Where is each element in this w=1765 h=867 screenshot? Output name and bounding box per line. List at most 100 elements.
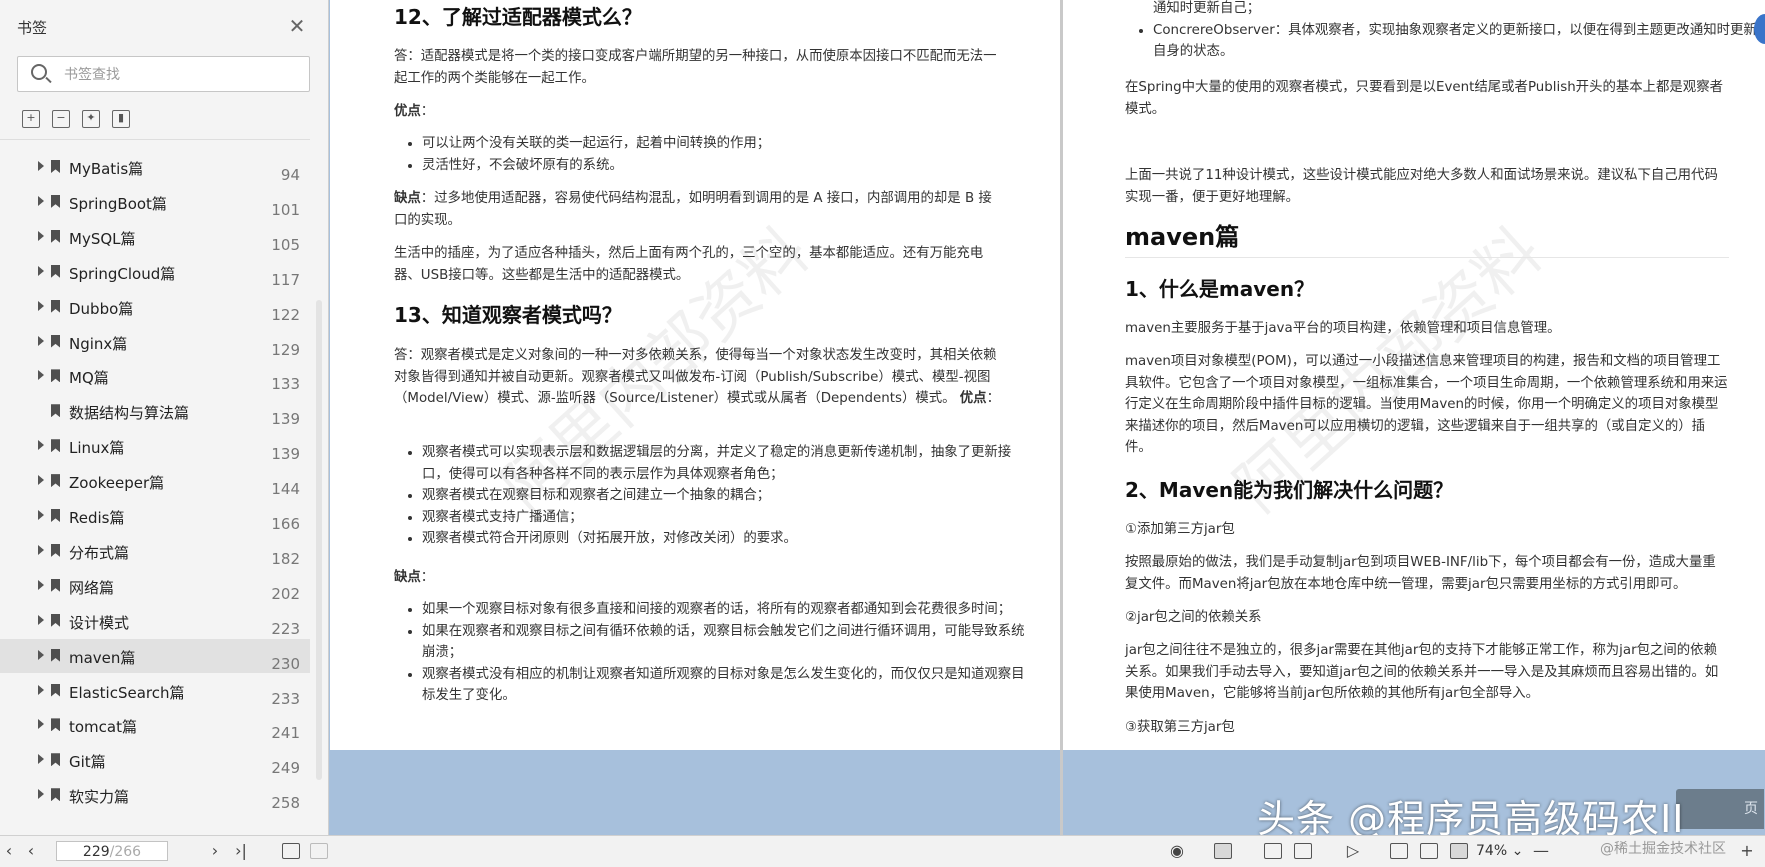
bookmark-flag-icon: [51, 229, 60, 243]
bookmark-search-input[interactable]: [62, 63, 296, 87]
double-page-icon[interactable]: [1294, 843, 1312, 859]
bookmark-item[interactable]: ElasticSearch篇 233: [0, 674, 310, 708]
bookmark-item-label: Redis篇: [69, 509, 125, 527]
prev-page-icon[interactable]: ‹: [20, 841, 42, 861]
chevron-right-icon[interactable]: [38, 719, 44, 730]
bookmark-item[interactable]: Git篇 249: [0, 743, 310, 777]
bookmark-item[interactable]: SpringBoot篇 101: [0, 185, 310, 219]
bookmark-item[interactable]: Dubbo篇 122: [0, 290, 310, 324]
chevron-right-icon[interactable]: [38, 754, 44, 765]
chevron-right-icon[interactable]: [38, 789, 44, 800]
actual-size-icon[interactable]: [1390, 843, 1408, 859]
bookmark-item-page: 133: [271, 375, 300, 394]
close-icon[interactable]: ✕: [286, 15, 308, 37]
bookmark-item[interactable]: 分布式篇 182: [0, 534, 310, 568]
observer-cons-label: 缺点: [394, 570, 421, 585]
add-bookmark-icon[interactable]: ✦: [82, 110, 100, 128]
chevron-right-icon[interactable]: [38, 161, 44, 171]
chevron-right-icon[interactable]: [38, 265, 44, 276]
bookmark-item-label: MQ篇: [69, 369, 109, 388]
bookmark-item-page: 122: [271, 305, 300, 324]
bookmark-item[interactable]: MQ篇 133: [0, 359, 310, 393]
collapse-all-icon[interactable]: −: [52, 110, 70, 128]
brand-small-watermark: @稀土掘金技术社区: [1600, 841, 1726, 857]
bookmark-icon[interactable]: ▮: [112, 110, 130, 128]
bookmark-item[interactable]: 网络篇 202: [0, 569, 310, 603]
play-icon[interactable]: ▷: [1342, 841, 1364, 861]
forward-icon[interactable]: [310, 843, 328, 859]
bookmark-search-box[interactable]: [17, 56, 310, 92]
chevron-right-icon[interactable]: [38, 335, 44, 346]
bookmark-item-page: 230: [271, 654, 300, 673]
back-icon[interactable]: [282, 843, 300, 859]
bookmark-item[interactable]: MySQL篇 105: [0, 220, 310, 254]
fit-width-icon[interactable]: [1450, 843, 1468, 859]
zoom-level[interactable]: 74% ⌄: [1476, 843, 1523, 859]
bookmark-item[interactable]: 软实力篇 258: [0, 778, 310, 812]
chevron-right-icon[interactable]: [38, 579, 44, 590]
bookmark-item[interactable]: 设计模式 223: [0, 604, 310, 638]
chevron-right-icon[interactable]: [38, 649, 44, 660]
bookmark-item-page: 139: [271, 445, 300, 464]
paragraph-maven-pom: maven项目对象模型(POM)，可以通过一小段描述信息来管理项目的构建，报告和…: [1125, 354, 1728, 455]
bookmark-sidebar: 书签 ✕ + − ✦ ▮ MyBatis篇94SpringBoot篇101MyS…: [0, 0, 329, 835]
bookmark-item-label: 分布式篇: [69, 543, 130, 562]
status-bar: ‹ ‹ 229/266 › ›| ◉ ▷ 74% ⌄ — +: [0, 835, 1765, 867]
bookmark-item-label: Git篇: [69, 753, 106, 772]
fit-page-icon[interactable]: [1420, 843, 1438, 859]
paragraph-summary: 上面一共说了11种设计模式，这些设计模式能应对绝大多数人和面试场景来说。建议私下…: [1125, 168, 1718, 205]
bookmark-flag-icon: [51, 299, 60, 313]
bookmark-flag-icon: [51, 264, 60, 278]
heading-adapter: 12、了解过适配器模式么？: [394, 5, 642, 29]
chevron-right-icon[interactable]: [38, 440, 44, 451]
bookmark-item[interactable]: 数据结构与算法篇 139: [0, 394, 310, 428]
chevron-right-icon[interactable]: [38, 195, 44, 206]
side-tab[interactable]: 页: [1676, 789, 1764, 829]
bookmark-item[interactable]: Zookeeper篇 144: [0, 464, 310, 498]
continuous-page-icon[interactable]: [1264, 843, 1282, 859]
bookmark-item-label: Zookeeper篇: [69, 474, 165, 493]
eye-protection-icon[interactable]: ◉: [1166, 841, 1188, 861]
zoom-in-icon[interactable]: +: [1736, 841, 1758, 861]
expand-all-icon[interactable]: +: [22, 110, 40, 128]
page-number-input[interactable]: 229/266: [56, 841, 168, 861]
bookmark-item[interactable]: SpringCloud篇 117: [0, 255, 310, 289]
chevron-right-icon[interactable]: [38, 544, 44, 555]
bookmark-item[interactable]: MyBatis篇 94: [0, 150, 310, 184]
last-page-icon[interactable]: ›|: [230, 841, 252, 861]
zoom-out-icon[interactable]: —: [1530, 841, 1552, 861]
bookmark-flag-icon: [51, 753, 60, 767]
bookmark-item-label: 设计模式: [69, 613, 130, 632]
next-page-icon[interactable]: ›: [204, 841, 226, 861]
bookmark-item-page: 166: [271, 515, 300, 533]
bookmark-flag-icon: [51, 613, 60, 627]
bookmark-item-label: SpringCloud篇: [69, 264, 176, 283]
chevron-right-icon[interactable]: [38, 614, 44, 625]
single-page-icon[interactable]: [1214, 843, 1232, 859]
chevron-right-icon[interactable]: [38, 370, 44, 381]
chevron-right-icon[interactable]: [38, 230, 44, 241]
bookmark-item[interactable]: tomcat篇 241: [0, 708, 310, 742]
heading-maven-problems: 2、Maven能为我们解决什么问题？: [1125, 478, 1454, 502]
bookmark-flag-icon: [51, 718, 60, 732]
list-item: 如果在观察者和观察目标之间有循环依赖的话，观察目标会触发它们之间进行循环调用，可…: [422, 621, 1028, 664]
chevron-right-icon[interactable]: [38, 300, 44, 311]
chevron-right-icon[interactable]: [38, 475, 44, 486]
first-page-icon[interactable]: ‹: [2, 841, 16, 861]
bookmark-item-label: 数据结构与算法篇: [69, 404, 190, 423]
pros-colon: ：: [420, 104, 435, 119]
document-page-left: 阿里内部资料 12、了解过适配器模式么？ 答：适配器模式是将一个类的接口变成客户…: [330, 0, 1060, 750]
bookmark-item-page: 182: [271, 549, 300, 568]
bookmark-item[interactable]: Linux篇 139: [0, 429, 310, 463]
paragraph-adapter-answer: 答：适配器模式是将一个类的接口变成客户端所期望的另一种接口，从而使原本因接口不匹…: [394, 49, 997, 86]
observer-cons-label-row: 缺点：: [394, 567, 1000, 589]
sidebar-scrollbar[interactable]: [316, 300, 322, 780]
pros-label: 优点: [394, 104, 421, 119]
bookmark-item[interactable]: Nginx篇 129: [0, 325, 310, 359]
list-item: 通知时更新自己；: [1153, 1, 1261, 16]
list-item: 可以让两个没有关联的类一起运行，起着中间转换的作用；: [422, 133, 1028, 155]
chevron-right-icon[interactable]: [38, 510, 44, 520]
bookmark-item[interactable]: maven篇 230: [0, 638, 310, 673]
chevron-right-icon[interactable]: [38, 684, 44, 695]
bookmark-item[interactable]: Redis篇 166: [0, 499, 310, 533]
